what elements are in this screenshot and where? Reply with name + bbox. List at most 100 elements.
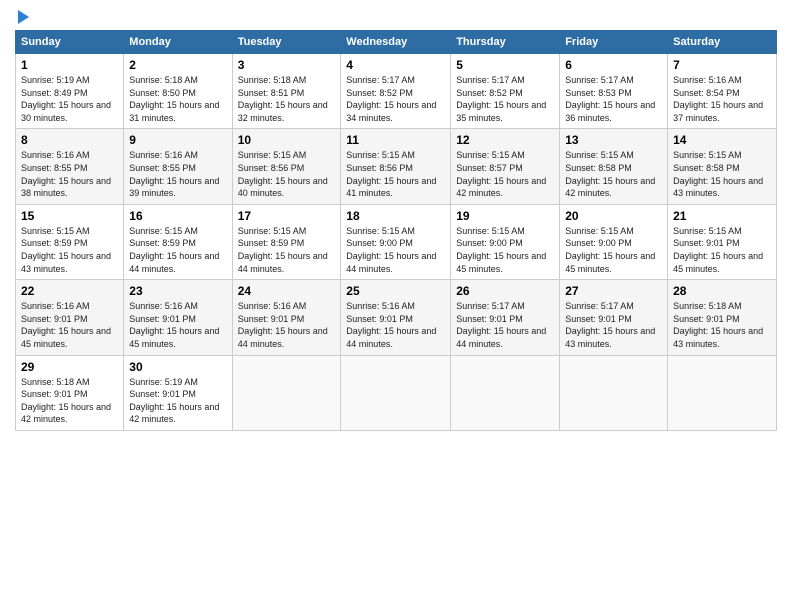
day-cell: 14 Sunrise: 5:15 AM Sunset: 8:58 PM Dayli… [668, 129, 777, 204]
day-info: Sunrise: 5:17 AM Sunset: 8:52 PM Dayligh… [456, 74, 554, 124]
day-cell: 30 Sunrise: 5:19 AM Sunset: 9:01 PM Dayli… [124, 355, 232, 430]
day-info: Sunrise: 5:17 AM Sunset: 9:01 PM Dayligh… [565, 300, 662, 350]
day-cell: 22 Sunrise: 5:16 AM Sunset: 9:01 PM Dayli… [16, 280, 124, 355]
day-info: Sunrise: 5:15 AM Sunset: 9:00 PM Dayligh… [565, 225, 662, 275]
day-number: 18 [346, 209, 445, 223]
day-number: 7 [673, 58, 771, 72]
day-info: Sunrise: 5:18 AM Sunset: 9:01 PM Dayligh… [21, 376, 118, 426]
day-cell: 17 Sunrise: 5:15 AM Sunset: 8:59 PM Dayli… [232, 204, 341, 279]
day-info: Sunrise: 5:15 AM Sunset: 9:01 PM Dayligh… [673, 225, 771, 275]
logo-arrow-icon [18, 10, 29, 24]
day-info: Sunrise: 5:18 AM Sunset: 9:01 PM Dayligh… [673, 300, 771, 350]
day-info: Sunrise: 5:18 AM Sunset: 8:51 PM Dayligh… [238, 74, 336, 124]
header-monday: Monday [124, 31, 232, 54]
page-container: SundayMondayTuesdayWednesdayThursdayFrid… [0, 0, 792, 441]
day-cell: 9 Sunrise: 5:16 AM Sunset: 8:55 PM Daylig… [124, 129, 232, 204]
day-info: Sunrise: 5:19 AM Sunset: 9:01 PM Dayligh… [129, 376, 226, 426]
day-info: Sunrise: 5:19 AM Sunset: 8:49 PM Dayligh… [21, 74, 118, 124]
day-cell: 6 Sunrise: 5:17 AM Sunset: 8:53 PM Daylig… [560, 54, 668, 129]
day-cell: 2 Sunrise: 5:18 AM Sunset: 8:50 PM Daylig… [124, 54, 232, 129]
day-info: Sunrise: 5:18 AM Sunset: 8:50 PM Dayligh… [129, 74, 226, 124]
day-number: 23 [129, 284, 226, 298]
day-number: 10 [238, 133, 336, 147]
header-wednesday: Wednesday [341, 31, 451, 54]
day-number: 21 [673, 209, 771, 223]
day-cell: 5 Sunrise: 5:17 AM Sunset: 8:52 PM Daylig… [451, 54, 560, 129]
day-number: 28 [673, 284, 771, 298]
day-info: Sunrise: 5:16 AM Sunset: 8:55 PM Dayligh… [21, 149, 118, 199]
day-number: 17 [238, 209, 336, 223]
day-number: 20 [565, 209, 662, 223]
day-number: 19 [456, 209, 554, 223]
day-cell: 10 Sunrise: 5:15 AM Sunset: 8:56 PM Dayli… [232, 129, 341, 204]
day-cell: 16 Sunrise: 5:15 AM Sunset: 8:59 PM Dayli… [124, 204, 232, 279]
day-number: 3 [238, 58, 336, 72]
week-row-2: 8 Sunrise: 5:16 AM Sunset: 8:55 PM Daylig… [16, 129, 777, 204]
day-cell: 27 Sunrise: 5:17 AM Sunset: 9:01 PM Dayli… [560, 280, 668, 355]
day-cell: 15 Sunrise: 5:15 AM Sunset: 8:59 PM Dayli… [16, 204, 124, 279]
day-info: Sunrise: 5:17 AM Sunset: 8:52 PM Dayligh… [346, 74, 445, 124]
day-number: 27 [565, 284, 662, 298]
day-info: Sunrise: 5:15 AM Sunset: 8:57 PM Dayligh… [456, 149, 554, 199]
day-info: Sunrise: 5:15 AM Sunset: 8:59 PM Dayligh… [238, 225, 336, 275]
calendar-table: SundayMondayTuesdayWednesdayThursdayFrid… [15, 30, 777, 431]
logo [15, 10, 29, 24]
day-cell: 8 Sunrise: 5:16 AM Sunset: 8:55 PM Daylig… [16, 129, 124, 204]
day-cell [560, 355, 668, 430]
day-info: Sunrise: 5:16 AM Sunset: 9:01 PM Dayligh… [21, 300, 118, 350]
day-cell: 1Sunrise: 5:19 AM Sunset: 8:49 PM Daylig… [16, 54, 124, 129]
day-info: Sunrise: 5:16 AM Sunset: 8:55 PM Dayligh… [129, 149, 226, 199]
day-number: 14 [673, 133, 771, 147]
day-cell: 7 Sunrise: 5:16 AM Sunset: 8:54 PM Daylig… [668, 54, 777, 129]
day-info: Sunrise: 5:16 AM Sunset: 9:01 PM Dayligh… [129, 300, 226, 350]
day-info: Sunrise: 5:15 AM Sunset: 8:59 PM Dayligh… [21, 225, 118, 275]
day-cell: 4Sunrise: 5:17 AM Sunset: 8:52 PM Daylig… [341, 54, 451, 129]
header-row: SundayMondayTuesdayWednesdayThursdayFrid… [16, 31, 777, 54]
day-number: 5 [456, 58, 554, 72]
day-number: 9 [129, 133, 226, 147]
day-info: Sunrise: 5:15 AM Sunset: 8:56 PM Dayligh… [346, 149, 445, 199]
day-number: 29 [21, 360, 118, 374]
logo-blue [15, 10, 29, 24]
day-cell: 18 Sunrise: 5:15 AM Sunset: 9:00 PM Dayli… [341, 204, 451, 279]
day-number: 2 [129, 58, 226, 72]
day-info: Sunrise: 5:16 AM Sunset: 8:54 PM Dayligh… [673, 74, 771, 124]
day-info: Sunrise: 5:15 AM Sunset: 8:59 PM Dayligh… [129, 225, 226, 275]
day-cell: 3 Sunrise: 5:18 AM Sunset: 8:51 PM Daylig… [232, 54, 341, 129]
day-cell: 25Sunrise: 5:16 AM Sunset: 9:01 PM Dayli… [341, 280, 451, 355]
day-cell: 11Sunrise: 5:15 AM Sunset: 8:56 PM Dayli… [341, 129, 451, 204]
day-info: Sunrise: 5:15 AM Sunset: 8:56 PM Dayligh… [238, 149, 336, 199]
day-info: Sunrise: 5:15 AM Sunset: 9:00 PM Dayligh… [456, 225, 554, 275]
day-number: 16 [129, 209, 226, 223]
day-cell: 19 Sunrise: 5:15 AM Sunset: 9:00 PM Dayli… [451, 204, 560, 279]
day-number: 25 [346, 284, 445, 298]
day-cell: 21 Sunrise: 5:15 AM Sunset: 9:01 PM Dayli… [668, 204, 777, 279]
day-info: Sunrise: 5:16 AM Sunset: 9:01 PM Dayligh… [238, 300, 336, 350]
day-info: Sunrise: 5:15 AM Sunset: 8:58 PM Dayligh… [673, 149, 771, 199]
day-info: Sunrise: 5:17 AM Sunset: 9:01 PM Dayligh… [456, 300, 554, 350]
day-number: 8 [21, 133, 118, 147]
day-cell [451, 355, 560, 430]
day-number: 13 [565, 133, 662, 147]
day-number: 6 [565, 58, 662, 72]
day-cell: 29 Sunrise: 5:18 AM Sunset: 9:01 PM Dayli… [16, 355, 124, 430]
day-number: 12 [456, 133, 554, 147]
header-saturday: Saturday [668, 31, 777, 54]
day-info: Sunrise: 5:15 AM Sunset: 8:58 PM Dayligh… [565, 149, 662, 199]
day-number: 24 [238, 284, 336, 298]
week-row-1: 1Sunrise: 5:19 AM Sunset: 8:49 PM Daylig… [16, 54, 777, 129]
day-info: Sunrise: 5:15 AM Sunset: 9:00 PM Dayligh… [346, 225, 445, 275]
day-cell: 24 Sunrise: 5:16 AM Sunset: 9:01 PM Dayli… [232, 280, 341, 355]
header-sunday: Sunday [16, 31, 124, 54]
header-friday: Friday [560, 31, 668, 54]
day-cell [668, 355, 777, 430]
day-number: 15 [21, 209, 118, 223]
day-number: 30 [129, 360, 226, 374]
day-number: 22 [21, 284, 118, 298]
header-tuesday: Tuesday [232, 31, 341, 54]
day-cell: 13 Sunrise: 5:15 AM Sunset: 8:58 PM Dayli… [560, 129, 668, 204]
day-cell: 20 Sunrise: 5:15 AM Sunset: 9:00 PM Dayli… [560, 204, 668, 279]
day-info: Sunrise: 5:17 AM Sunset: 8:53 PM Dayligh… [565, 74, 662, 124]
day-cell: 12 Sunrise: 5:15 AM Sunset: 8:57 PM Dayli… [451, 129, 560, 204]
header-thursday: Thursday [451, 31, 560, 54]
